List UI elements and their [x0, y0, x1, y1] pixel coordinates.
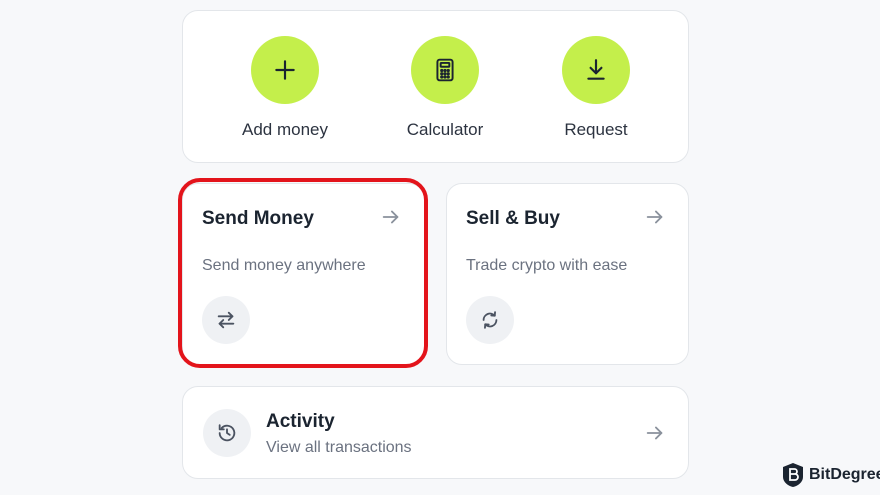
request-button[interactable]: Request: [526, 36, 666, 140]
watermark-text: BitDegree: [809, 466, 880, 483]
add-money-button[interactable]: Add money: [215, 36, 355, 140]
send-money-card[interactable]: Send Money Send money anywhere: [182, 183, 425, 365]
sell-buy-subtitle: Trade crypto with ease: [466, 257, 628, 274]
activity-title: Activity: [266, 411, 335, 432]
sell-buy-card[interactable]: Sell & Buy Trade crypto with ease: [446, 183, 689, 365]
send-money-title: Send Money: [202, 208, 314, 229]
quick-actions-card: Add money Calculator Request: [182, 10, 689, 163]
download-icon: [562, 36, 630, 104]
bitdegree-watermark: BitDegree: [782, 462, 880, 488]
arrow-right-icon: [382, 210, 399, 224]
arrow-right-icon: [646, 210, 663, 224]
calculator-label: Calculator: [406, 120, 484, 139]
plus-icon: [251, 36, 319, 104]
history-icon: [203, 409, 251, 457]
bitdegree-logo-icon: [783, 463, 803, 487]
calculator-button[interactable]: Calculator: [375, 36, 515, 140]
refresh-icon: [466, 296, 514, 344]
calculator-icon: [411, 36, 479, 104]
activity-card[interactable]: Activity View all transactions: [182, 386, 689, 479]
swap-arrows-icon: [202, 296, 250, 344]
sell-buy-title: Sell & Buy: [466, 208, 560, 229]
add-money-label: Add money: [242, 120, 328, 139]
send-money-subtitle: Send money anywhere: [202, 257, 366, 274]
activity-subtitle: View all transactions: [266, 439, 412, 456]
arrow-right-icon: [646, 426, 663, 440]
request-label: Request: [564, 120, 628, 139]
